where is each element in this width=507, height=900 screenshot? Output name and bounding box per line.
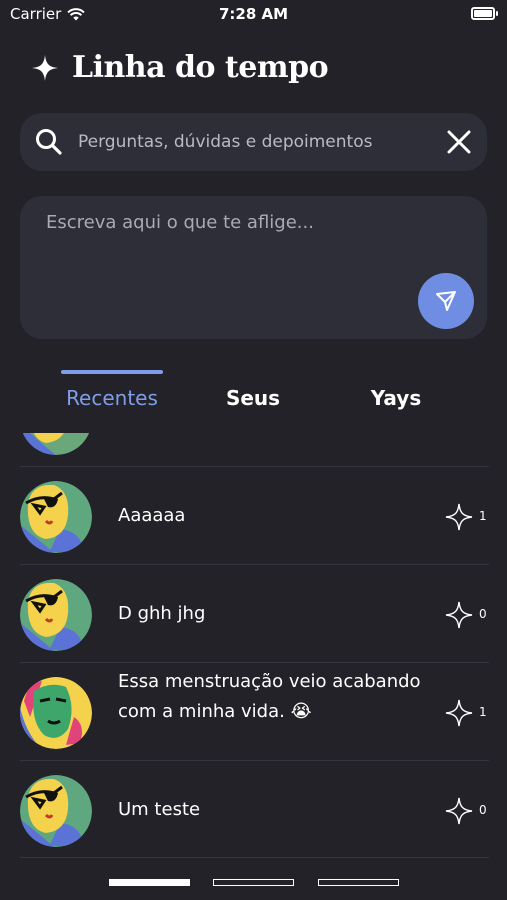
tab-bar: Recentes Seus Yays [0,370,507,420]
avatar [20,677,92,749]
star-icon[interactable] [445,699,473,727]
status-bar: Carrier 7:28 AM [0,0,507,28]
post-text: Essa menstruação veio acabando com a min… [118,671,421,722]
post-text: Um teste [118,799,201,820]
star-count: 1 [479,509,487,523]
search-bar [20,113,487,171]
compose-box [20,196,487,339]
star-count: 0 [479,803,487,817]
page-indicator-3[interactable] [318,879,399,886]
close-icon[interactable] [447,130,471,154]
posts-list[interactable]: Aaaaaa 1 D ghh jhg 0 Essa menstruação ve… [0,433,507,863]
avatar [20,433,92,455]
avatar [20,579,92,651]
avatar [20,481,92,553]
page-indicator-1[interactable] [109,879,190,886]
tab-yays[interactable]: Yays [356,386,436,410]
list-item[interactable]: D ghh jhg 0 [20,564,489,662]
star-count: 1 [479,705,487,719]
post-text: Aaaaaa [118,505,186,526]
star-icon[interactable] [445,503,473,531]
list-item[interactable]: Essa menstruação veio acabando com a min… [20,662,489,760]
sparkle-icon [32,54,58,81]
list-item[interactable]: Aaaaaa 1 [20,466,489,564]
post-text: D ghh jhg [118,603,206,624]
star-icon[interactable] [445,797,473,825]
avatar [20,775,92,847]
status-time: 7:28 AM [218,5,289,23]
page-indicator [0,879,507,887]
star-count: 0 [479,607,487,621]
list-item[interactable]: Um teste 0 [20,760,489,858]
battery-icon [471,7,498,20]
tab-recentes[interactable]: Recentes [61,386,163,410]
page-indicator-2[interactable] [213,879,294,886]
search-icon[interactable] [34,127,64,157]
page-title: Linha do tempo [72,50,329,85]
tab-seus[interactable]: Seus [213,386,293,410]
send-icon [436,291,456,311]
page-header: Linha do tempo [32,50,329,85]
search-input[interactable] [78,113,438,171]
star-icon[interactable] [445,601,473,629]
active-tab-indicator [61,370,163,374]
compose-input[interactable] [46,212,426,272]
send-button[interactable] [418,273,474,329]
